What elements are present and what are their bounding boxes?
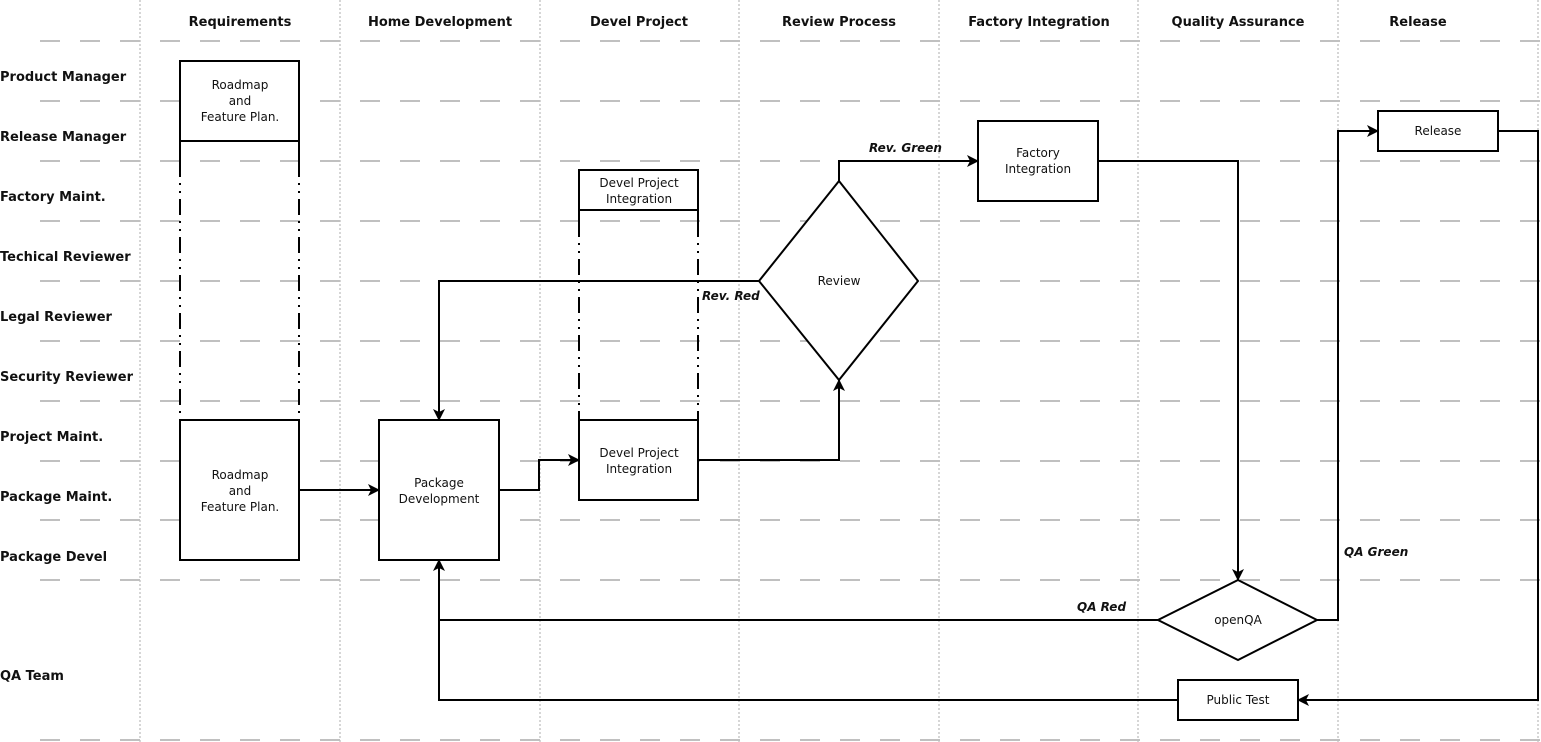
edge-qa-red — [433, 559, 1158, 621]
node-devel-project-top[interactable]: Devel Project Integration — [578, 169, 699, 211]
node-openqa[interactable]: openQA — [1155, 578, 1320, 662]
node-public-test[interactable]: Public Test — [1177, 679, 1299, 721]
node-review[interactable]: Review — [757, 179, 920, 382]
node-label: Public Test — [1207, 693, 1270, 707]
column-header-factory-integration: Factory Integration — [968, 15, 1110, 30]
edge-release-to-public-test — [1297, 130, 1539, 706]
node-factory-integration[interactable]: Factory Integration — [977, 120, 1099, 202]
node-label: openQA — [1214, 613, 1262, 627]
node-label: Roadmap — [212, 78, 269, 92]
lane-label-project-maint: Project Maint. — [0, 430, 103, 445]
edge-label-qa-green: QA Green — [1344, 545, 1408, 559]
node-label: Integration — [1005, 162, 1071, 176]
node-label: Devel Project — [599, 176, 679, 190]
node-release[interactable]: Release — [1377, 110, 1499, 152]
column-header-quality-assurance: Quality Assurance — [1172, 15, 1305, 30]
node-label: Feature Plan. — [201, 110, 280, 124]
node-package-development[interactable]: Package Development — [378, 419, 500, 561]
lane-label-qa-team: QA Team — [0, 669, 64, 684]
node-label: Package — [414, 476, 464, 490]
edge-labels: Rev. Green Rev. Red QA Red QA Green — [702, 141, 1408, 614]
edge-review-green — [838, 155, 979, 181]
column-header-release: Release — [1389, 15, 1447, 30]
lane-label-release-manager: Release Manager — [0, 130, 127, 145]
lane-label-security-reviewer: Security Reviewer — [0, 370, 134, 385]
node-label: and — [229, 94, 252, 108]
lane-label-factory-maint: Factory Maint. — [0, 190, 106, 205]
node-roadmap-bottom[interactable]: Roadmap and Feature Plan. — [179, 419, 300, 561]
column-header-devel-project: Devel Project — [590, 15, 688, 30]
lane-label-package-devel: Package Devel — [0, 550, 107, 565]
lane-label-product-manager: Product Manager — [0, 70, 127, 85]
lane-label-technical-reviewer: Techical Reviewer — [0, 250, 131, 265]
lane-labels: Product Manager Release Manager Factory … — [0, 70, 134, 684]
process-box — [977, 120, 1099, 202]
edge-label-rev-red: Rev. Red — [702, 289, 760, 303]
node-label: Release — [1415, 124, 1462, 138]
lane-label-legal-reviewer: Legal Reviewer — [0, 310, 113, 325]
node-label: Factory — [1016, 146, 1060, 160]
process-box — [578, 419, 699, 501]
edge-package-dev-to-devel-project — [499, 454, 580, 491]
node-label: Integration — [606, 462, 672, 476]
lane-separators — [40, 40, 1541, 741]
edge-label-rev-green: Rev. Green — [869, 141, 942, 155]
column-header-review-process: Review Process — [782, 15, 896, 30]
column-headers: Requirements Home Development Devel Proj… — [189, 15, 1447, 30]
edge-devel-project-to-review — [698, 379, 845, 461]
edge-factory-to-openqa — [1098, 160, 1244, 581]
edges — [299, 125, 1539, 706]
node-roadmap-top[interactable]: Roadmap and Feature Plan. — [179, 60, 300, 142]
node-label: Review — [818, 274, 861, 288]
node-label: Devel Project — [599, 446, 679, 460]
column-header-requirements: Requirements — [189, 15, 292, 30]
edge-label-qa-red: QA Red — [1077, 600, 1126, 614]
swimlane-diagram: Requirements Home Development Devel Proj… — [0, 0, 1541, 742]
node-label: and — [229, 484, 252, 498]
lane-label-package-maint: Package Maint. — [0, 490, 112, 505]
node-label: Feature Plan. — [201, 500, 280, 514]
edge-public-test-to-package-dev — [438, 620, 1178, 701]
node-label: Integration — [606, 192, 672, 206]
column-header-home-development: Home Development — [368, 15, 512, 30]
node-label: Roadmap — [212, 468, 269, 482]
process-box — [378, 419, 500, 561]
node-label: Development — [399, 492, 480, 506]
node-devel-project-bottom[interactable]: Devel Project Integration — [578, 419, 699, 501]
